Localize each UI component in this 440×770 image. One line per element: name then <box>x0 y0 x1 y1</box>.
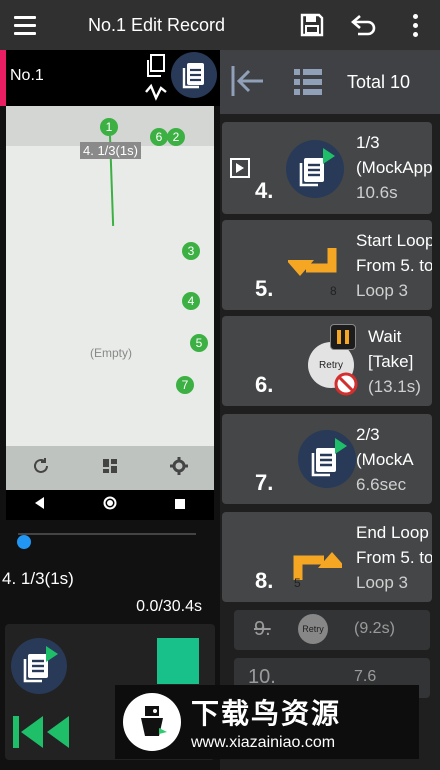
stop-button[interactable] <box>157 638 199 684</box>
prohibited-icon <box>334 372 358 401</box>
action-card[interactable]: 5. 8 Start Loop From 5. to Loop 3 <box>222 220 432 310</box>
record-name: No.1 <box>10 67 44 84</box>
action-card-disabled[interactable]: 9. Retry (9.2s) <box>234 610 430 650</box>
step-line-2: [Take] <box>368 352 414 371</box>
step-line-3: 10.6s <box>356 183 398 202</box>
pause-icon <box>330 324 356 350</box>
step-description: 2/3 (MockA 6.6sec <box>356 422 414 497</box>
current-step-label: 4. 1/3(1s) <box>2 569 74 588</box>
tap-marker[interactable]: 4 <box>182 292 200 310</box>
tap-marker[interactable]: 2 <box>167 128 185 146</box>
step-number: 7. <box>255 470 274 495</box>
watermark-url: www.xiazainiao.com <box>191 734 336 751</box>
tap-marker[interactable]: 7 <box>176 376 194 394</box>
list-view-icon[interactable] <box>293 67 323 102</box>
step-line-1: 7.6 <box>354 668 377 685</box>
step-line-1: Start Loop <box>356 231 432 250</box>
step-number: 6. <box>255 372 274 397</box>
undo-icon[interactable] <box>338 0 390 50</box>
step-description: 1/3 (MockApp 10.6s <box>356 130 432 205</box>
step-line-2: From 5. to <box>356 256 432 275</box>
record-accent-bar <box>0 50 6 106</box>
play-from-here-icon[interactable] <box>230 158 250 178</box>
time-label: 0.0/30.4s <box>136 598 202 615</box>
step-line-1: 2/3 <box>356 425 380 444</box>
step-line-3: 6.6sec <box>356 475 407 494</box>
preview-app-nav <box>6 446 214 490</box>
play-record-step-icon <box>286 140 344 198</box>
menu-icon[interactable] <box>0 0 50 50</box>
step-line-2: (MockA <box>356 450 414 469</box>
play-record-step-icon <box>298 430 356 488</box>
action-card[interactable]: 8. 5 End Loop From 5. to Loop 3 <box>222 512 432 602</box>
step-line-3: Loop 3 <box>356 281 408 300</box>
tap-marker[interactable]: 6 <box>150 128 168 146</box>
watermark-banner: 下载鸟资源 www.xiazainiao.com <box>115 685 419 759</box>
top-app-bar: No.1 Edit Record <box>0 0 440 50</box>
step-line-2: (MockApp <box>356 158 432 177</box>
rewind-to-start-icon[interactable] <box>13 712 71 757</box>
copy-icon[interactable] <box>145 54 167 83</box>
screen-preview[interactable]: 1 6 2 3 4 5 7 4. 1/3(1s) (Empty) <box>6 106 214 490</box>
step-line-3: (13.1s) <box>368 377 421 396</box>
step-number: 8. <box>255 568 274 593</box>
step-description: End Loop From 5. to Loop 3 <box>356 520 432 595</box>
home-circle-icon[interactable] <box>103 496 117 515</box>
android-nav-bar <box>6 490 214 520</box>
step-description: Start Loop From 5. to Loop 3 <box>356 228 432 303</box>
retry-indicator: Retry <box>298 614 328 644</box>
playback-slider-track[interactable] <box>18 533 196 535</box>
tap-marker[interactable]: 3 <box>182 242 200 260</box>
gesture-wave-icon[interactable] <box>145 82 167 107</box>
step-line-3: Loop 3 <box>356 573 408 592</box>
action-card[interactable]: 7. 2/3 (MockA 6.6sec <box>222 414 432 504</box>
loop-target-number: 8 <box>330 284 337 298</box>
tap-marker[interactable]: 1 <box>100 118 118 136</box>
recents-square-icon[interactable] <box>175 496 185 514</box>
record-list-icon[interactable] <box>171 52 217 98</box>
list-header: Total 10 <box>220 50 440 114</box>
step-number: 5. <box>255 276 274 301</box>
tap-marker[interactable]: 5 <box>190 334 208 352</box>
playback-slider-thumb[interactable] <box>17 535 31 549</box>
more-options-icon[interactable] <box>390 0 440 50</box>
save-icon[interactable] <box>286 0 338 50</box>
loop-target-number: 5 <box>294 576 301 590</box>
back-triangle-icon[interactable] <box>35 496 45 514</box>
preview-empty-label: (Empty) <box>90 346 132 360</box>
step-number: 4. <box>255 178 274 203</box>
record-header: No.1 <box>0 50 220 106</box>
refresh-icon[interactable] <box>32 457 50 480</box>
preview-panel: No.1 1 6 2 3 4 5 7 4. 1/3(1s) (Empty) 4.… <box>0 50 220 770</box>
bird-logo-icon <box>123 693 181 751</box>
action-list-panel: Total 10 4. 1/3 (MockApp 10.6s 5. 8 Star… <box>220 50 440 770</box>
step-line-1: End Loop <box>356 523 429 542</box>
step-number: 9. <box>254 618 271 640</box>
collapse-left-icon[interactable] <box>230 64 264 103</box>
action-card[interactable]: 4. 1/3 (MockApp 10.6s <box>222 122 432 214</box>
step-line-1: (9.2s) <box>354 620 395 637</box>
step-line-1: Wait <box>368 327 402 346</box>
watermark-title: 下载鸟资源 <box>191 698 342 729</box>
preview-step-label: 4. 1/3(1s) <box>80 142 141 159</box>
step-line-2: From 5. to <box>356 548 432 567</box>
page-title: No.1 Edit Record <box>88 14 226 35</box>
total-count: Total 10 <box>347 72 411 92</box>
action-card[interactable]: 6. Retry Wait [Take] (13.1s) <box>222 316 432 406</box>
step-description: Wait [Take] (13.1s) <box>368 324 421 399</box>
grid-icon[interactable] <box>102 458 118 479</box>
settings-gear-icon[interactable] <box>170 456 188 480</box>
step-line-1: 1/3 <box>356 133 380 152</box>
play-record-button[interactable] <box>11 638 67 694</box>
